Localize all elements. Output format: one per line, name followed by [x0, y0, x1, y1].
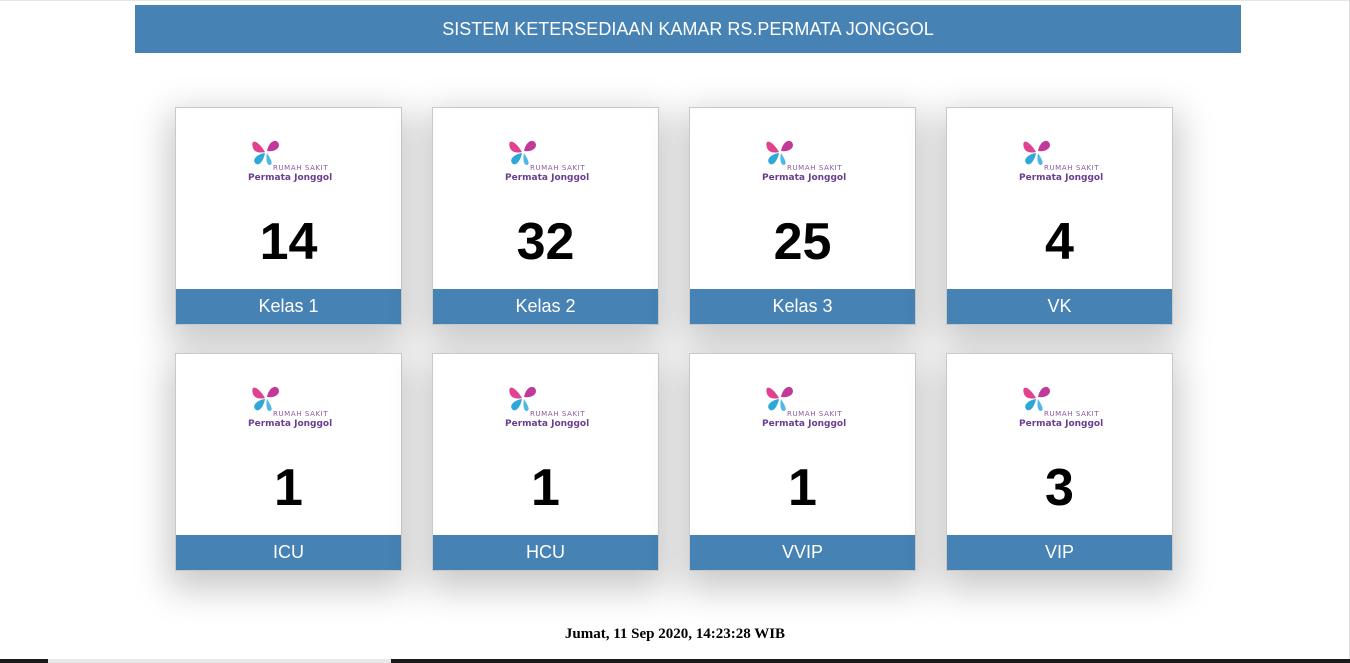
room-label: ICU [176, 535, 401, 570]
logo-text-top: RUMAH SAKIT [273, 410, 329, 418]
room-count: 4 [1045, 213, 1074, 271]
room-card-kelas-3: RUMAH SAKIT Permata Jonggol 25 Kelas 3 [689, 107, 916, 325]
room-label: VK [947, 289, 1172, 324]
room-card-kelas-2: RUMAH SAKIT Permata Jonggol 32 Kelas 2 [432, 107, 659, 325]
logo-text-bottom: Permata Jonggol [248, 419, 333, 429]
room-card-kelas-1: RUMAH SAKIT Permata Jonggol 14 Kelas 1 [175, 107, 402, 325]
room-count: 14 [259, 213, 318, 271]
room-label: Kelas 3 [690, 289, 915, 324]
room-label: VIP [947, 535, 1172, 570]
hospital-logo: RUMAH SAKIT Permata Jonggol [1019, 380, 1109, 432]
logo-text-top: RUMAH SAKIT [530, 164, 586, 172]
page-header: SISTEM KETERSEDIAAN KAMAR RS.PERMATA JON… [135, 5, 1241, 53]
room-label: HCU [433, 535, 658, 570]
room-label: Kelas 1 [176, 289, 401, 324]
room-count: 1 [788, 459, 817, 517]
room-card-icu: RUMAH SAKIT Permata Jonggol 1 ICU [175, 353, 402, 571]
room-card-vip: RUMAH SAKIT Permata Jonggol 3 VIP [946, 353, 1173, 571]
top-border [0, 0, 1350, 1]
logo-text-bottom: Permata Jonggol [762, 173, 847, 183]
hospital-logo: RUMAH SAKIT Permata Jonggol [505, 380, 595, 432]
room-count: 1 [274, 459, 303, 517]
hospital-logo: RUMAH SAKIT Permata Jonggol [1019, 134, 1109, 186]
hospital-logo: RUMAH SAKIT Permata Jonggol [248, 134, 338, 186]
current-datetime: Jumat, 11 Sep 2020, 14:23:28 WIB [564, 626, 786, 642]
room-label: Kelas 2 [433, 289, 658, 324]
logo-text-top: RUMAH SAKIT [1044, 410, 1100, 418]
room-grid: RUMAH SAKIT Permata Jonggol 14 Kelas 1 R… [175, 107, 1175, 571]
hospital-logo: RUMAH SAKIT Permata Jonggol [762, 380, 852, 432]
logo-text-bottom: Permata Jonggol [248, 173, 333, 183]
room-count: 1 [531, 459, 560, 517]
hospital-logo: RUMAH SAKIT Permata Jonggol [248, 380, 338, 432]
logo-text-top: RUMAH SAKIT [1044, 164, 1100, 172]
room-count: 25 [773, 213, 832, 271]
logo-text-top: RUMAH SAKIT [530, 410, 586, 418]
logo-text-bottom: Permata Jonggol [1019, 173, 1104, 183]
room-card-hcu: RUMAH SAKIT Permata Jonggol 1 HCU [432, 353, 659, 571]
logo-text-bottom: Permata Jonggol [762, 419, 847, 429]
bottom-bar-segment [48, 659, 391, 663]
page-title: SISTEM KETERSEDIAAN KAMAR RS.PERMATA JON… [442, 18, 934, 39]
hospital-logo: RUMAH SAKIT Permata Jonggol [505, 134, 595, 186]
room-card-vvip: RUMAH SAKIT Permata Jonggol 1 VVIP [689, 353, 916, 571]
hospital-logo: RUMAH SAKIT Permata Jonggol [762, 134, 852, 186]
logo-text-top: RUMAH SAKIT [787, 410, 843, 418]
logo-text-bottom: Permata Jonggol [1019, 419, 1104, 429]
logo-text-top: RUMAH SAKIT [273, 164, 329, 172]
room-card-vk: RUMAH SAKIT Permata Jonggol 4 VK [946, 107, 1173, 325]
logo-text-bottom: Permata Jonggol [505, 419, 590, 429]
room-count: 3 [1045, 459, 1074, 517]
logo-text-top: RUMAH SAKIT [787, 164, 843, 172]
room-count: 32 [516, 213, 575, 271]
logo-text-bottom: Permata Jonggol [505, 173, 590, 183]
room-label: VVIP [690, 535, 915, 570]
